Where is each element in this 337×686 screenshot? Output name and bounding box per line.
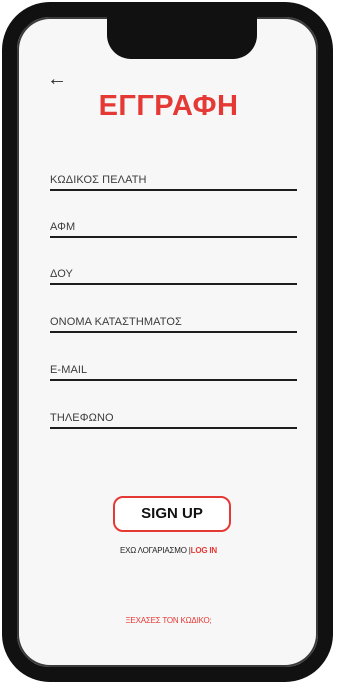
customer-code-field[interactable]: ΚΩΔΙΚΟΣ ΠΕΛΑΤΗ [50, 165, 297, 191]
forgot-code-link[interactable]: ΞΕΧΑΣΕΣ ΤΟΝ ΚΩΔΙΚΟ; [0, 616, 337, 625]
email-label: E-MAIL [50, 364, 88, 376]
store-name-label: ΟΝΟΜΑ ΚΑΤΑΣΤΗΜΑΤΟΣ [50, 316, 182, 328]
tax-office-label: ΔΟΥ [50, 268, 73, 280]
phone-number-field[interactable]: ΤΗΛΕΦΩΝΟ [50, 403, 297, 429]
vat-number-field[interactable]: ΑΦΜ [50, 212, 297, 238]
log-in-link[interactable]: LOG IN [191, 546, 218, 555]
vat-number-label: ΑΦΜ [50, 221, 76, 233]
phone-notch [107, 15, 257, 59]
customer-code-label: ΚΩΔΙΚΟΣ ΠΕΛΑΤΗ [50, 174, 147, 186]
page-title: ΕΓΓΡΑΦΗ [98, 90, 239, 122]
email-field[interactable]: E-MAIL [50, 355, 297, 381]
store-name-field[interactable]: ΟΝΟΜΑ ΚΑΤΑΣΤΗΜΑΤΟΣ [50, 307, 297, 333]
back-arrow-icon[interactable]: ← [47, 69, 67, 89]
phone-number-label: ΤΗΛΕΦΩΝΟ [50, 412, 114, 424]
have-account-text: ΕΧΩ ΛΟΓΑΡΙΑΣΜΟ | [119, 546, 191, 555]
sign-up-button[interactable]: SIGN UP [113, 496, 231, 532]
login-prompt: ΕΧΩ ΛΟΓΑΡΙΑΣΜΟ |LOG IN [0, 546, 337, 555]
tax-office-field[interactable]: ΔΟΥ [50, 259, 297, 285]
